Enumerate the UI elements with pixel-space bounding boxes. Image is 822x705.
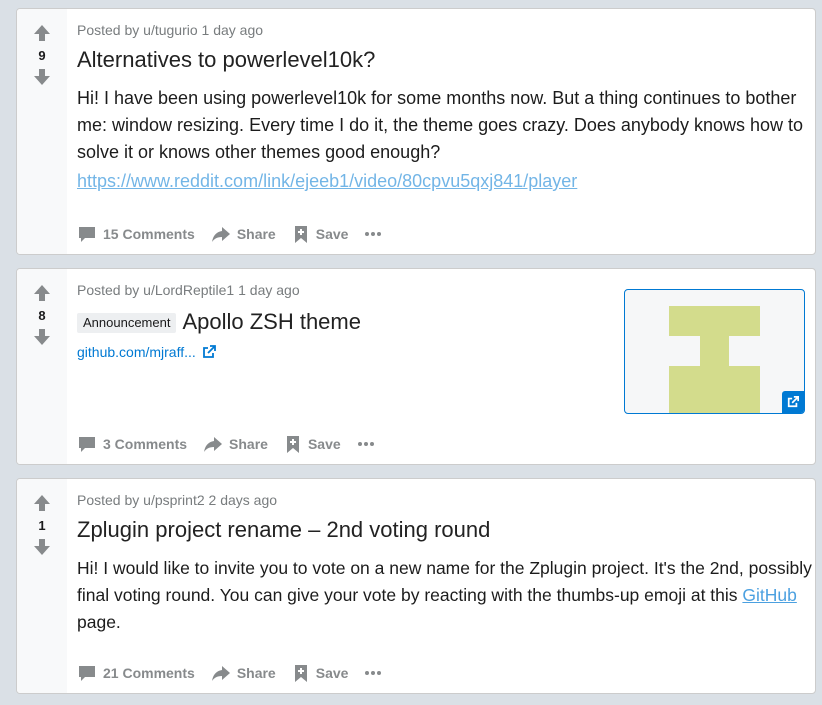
post-body-text-end: page. — [77, 612, 121, 632]
arrow-up-icon[interactable] — [30, 21, 54, 45]
post-feed: 9 Posted by u/tugurio 1 day ago Alternat… — [0, 0, 822, 705]
save-button[interactable]: Save — [292, 224, 349, 244]
save-label: Save — [315, 665, 349, 681]
post-body: Hi! I have been using powerlevel10k for … — [77, 85, 807, 166]
comments-label: 3 Comments — [103, 436, 188, 452]
arrow-down-icon[interactable] — [30, 535, 54, 559]
save-button[interactable]: Save — [284, 434, 341, 454]
more-options-button[interactable] — [357, 441, 381, 447]
domain-link[interactable]: github.com/mjraff... — [77, 344, 615, 360]
post-actions: 3 Comments Share Save — [77, 434, 397, 454]
external-link-icon — [202, 345, 216, 358]
comments-button[interactable]: 3 Comments — [77, 434, 187, 454]
bookmark-plus-icon — [286, 436, 299, 453]
vote-column: 1 — [17, 479, 67, 693]
vote-column: 8 — [17, 269, 67, 464]
more-icon — [365, 232, 382, 236]
post-meta[interactable]: Posted by u/tugurio 1 day ago — [77, 22, 807, 38]
share-icon — [211, 666, 230, 681]
comment-icon — [79, 437, 95, 452]
arrow-up-icon[interactable] — [30, 491, 54, 515]
github-link[interactable]: GitHub — [742, 585, 796, 605]
post-card[interactable]: 1 Posted by u/psprint2 2 days ago Zplugi… — [16, 478, 816, 694]
domain-text: github.com/mjraff... — [77, 344, 196, 360]
vote-column: 9 — [17, 9, 67, 254]
external-link-badge — [782, 391, 804, 413]
post-actions: 15 Comments Share Save — [77, 224, 404, 244]
vote-score: 9 — [38, 48, 46, 63]
post-title-row: Announcement Apollo ZSH theme — [77, 308, 615, 336]
save-label: Save — [315, 226, 349, 242]
post-title[interactable]: Alternatives to powerlevel10k? — [77, 46, 807, 74]
post-body-text: Hi! I have been using powerlevel10k for … — [77, 88, 803, 162]
post-title[interactable]: Zplugin project rename – 2nd voting roun… — [77, 516, 815, 544]
share-button[interactable]: Share — [211, 663, 276, 683]
post-content: Posted by u/psprint2 2 days ago Zplugin … — [77, 479, 815, 636]
post-flair[interactable]: Announcement — [77, 313, 177, 334]
comment-icon — [79, 666, 95, 681]
post-content: Posted by u/LordReptile1 1 day ago Annou… — [77, 269, 615, 360]
share-button[interactable]: Share — [203, 434, 268, 454]
share-icon — [204, 437, 223, 452]
more-options-button[interactable] — [364, 670, 388, 676]
more-options-button[interactable] — [364, 231, 388, 237]
more-icon — [357, 442, 374, 446]
save-label: Save — [307, 436, 341, 452]
comments-label: 21 Comments — [103, 665, 195, 681]
post-card[interactable]: 8 Posted by u/LordReptile1 1 day ago Ann… — [16, 268, 816, 465]
arrow-down-icon[interactable] — [30, 325, 54, 349]
vote-score: 8 — [38, 308, 46, 323]
post-title[interactable]: Apollo ZSH theme — [182, 309, 361, 334]
share-icon — [211, 227, 230, 242]
arrow-down-icon[interactable] — [30, 65, 54, 89]
vote-score: 1 — [38, 518, 46, 533]
bookmark-plus-icon — [294, 665, 307, 682]
post-content: Posted by u/tugurio 1 day ago Alternativ… — [77, 9, 807, 195]
post-body: Hi! I would like to invite you to vote o… — [77, 555, 815, 636]
thumbnail-image — [669, 306, 760, 413]
comment-icon — [79, 227, 95, 242]
comments-button[interactable]: 21 Comments — [77, 663, 195, 683]
comments-button[interactable]: 15 Comments — [77, 224, 195, 244]
save-button[interactable]: Save — [292, 663, 349, 683]
external-link-icon — [787, 396, 799, 408]
comments-label: 15 Comments — [103, 226, 195, 242]
post-body-text: Hi! I would like to invite you to vote o… — [77, 558, 812, 605]
bookmark-plus-icon — [294, 226, 307, 243]
share-label: Share — [236, 665, 276, 681]
share-button[interactable]: Share — [211, 224, 276, 244]
share-label: Share — [229, 436, 268, 452]
post-link[interactable]: https://www.reddit.com/link/ejeeb1/video… — [77, 171, 577, 191]
post-meta[interactable]: Posted by u/psprint2 2 days ago — [77, 492, 815, 508]
post-meta[interactable]: Posted by u/LordReptile1 1 day ago — [77, 282, 615, 298]
arrow-up-icon[interactable] — [30, 281, 54, 305]
post-thumbnail[interactable] — [624, 289, 805, 414]
post-actions: 21 Comments Share Save — [77, 663, 404, 683]
more-icon — [365, 671, 382, 675]
post-card[interactable]: 9 Posted by u/tugurio 1 day ago Alternat… — [16, 8, 816, 255]
share-label: Share — [236, 226, 276, 242]
